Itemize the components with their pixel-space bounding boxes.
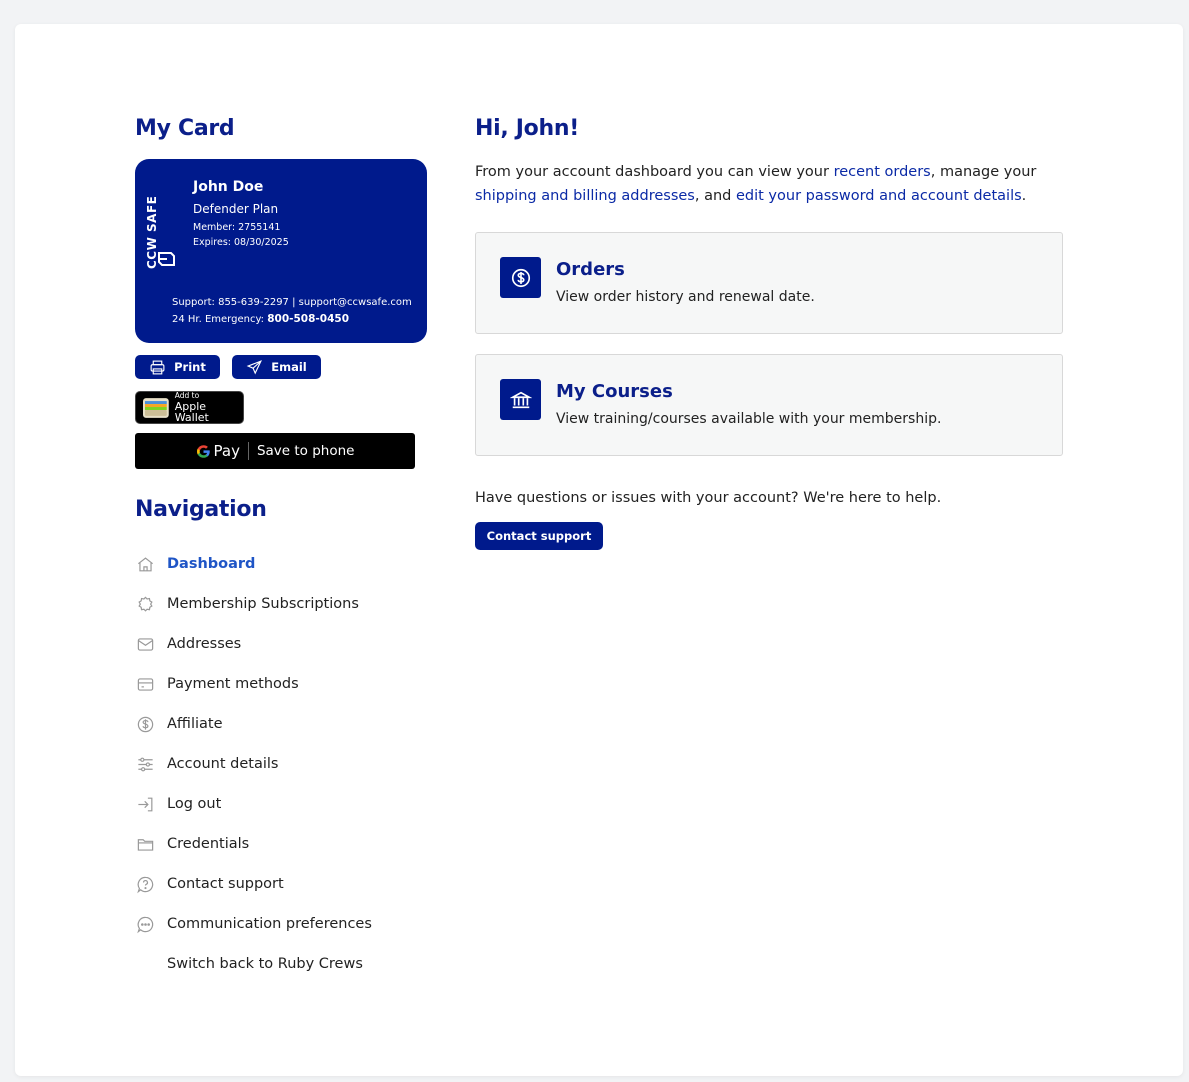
intro-text-3: , and <box>694 188 736 204</box>
orders-tile[interactable]: Orders View order history and renewal da… <box>475 232 1063 334</box>
print-button[interactable]: Print <box>135 355 220 379</box>
nav-label: Dashboard <box>167 556 256 572</box>
orders-tile-icon <box>500 257 541 298</box>
chat-bubble-icon <box>135 914 155 934</box>
nav-label: Account details <box>167 756 279 772</box>
login-arrow-icon <box>135 794 155 814</box>
dollar-circle-icon <box>135 714 155 734</box>
wallet-icon <box>143 397 169 418</box>
courses-tile-desc: View training/courses available with you… <box>556 411 942 427</box>
sliders-icon <box>135 754 155 774</box>
nav-label: Payment methods <box>167 676 299 692</box>
gpay-save-label: Save to phone <box>256 443 355 459</box>
account-panel: My Card CCW SAFE John Doe Defender Plan … <box>15 24 1183 1076</box>
intro-text: From your account dashboard you can view… <box>475 160 1065 208</box>
nav-item-affiliate[interactable]: Affiliate <box>135 704 435 744</box>
nav-item-payment-methods[interactable]: Payment methods <box>135 664 435 704</box>
print-label: Print <box>174 360 206 374</box>
card-logo-icon <box>158 252 175 266</box>
addresses-link[interactable]: shipping and billing addresses <box>475 188 695 204</box>
home-icon <box>135 554 155 574</box>
card-actions: Print Email <box>135 355 435 379</box>
main-column: Hi, John! From your account dashboard yo… <box>475 116 1065 550</box>
card-support-line: Support: 855-639-2297 | support@ccwsafe.… <box>172 297 412 308</box>
nav-label: Affiliate <box>167 716 223 732</box>
emergency-label: 24 Hr. Emergency: <box>172 314 265 325</box>
emergency-number: 800-508-0450 <box>267 313 349 325</box>
intro-text-4: . <box>1021 188 1027 204</box>
left-column: My Card CCW SAFE John Doe Defender Plan … <box>135 116 435 984</box>
courses-tile[interactable]: My Courses View training/courses availab… <box>475 354 1063 456</box>
account-details-link[interactable]: edit your password and account details <box>736 188 1022 204</box>
courses-tile-icon <box>500 379 541 420</box>
nav-item-membership-subscriptions[interactable]: Membership Subscriptions <box>135 584 435 624</box>
nav-item-switch-back[interactable]: Switch back to Ruby Crews <box>135 944 435 984</box>
google-g-icon <box>196 444 210 458</box>
badge-icon <box>135 594 155 614</box>
nav-item-dashboard[interactable]: Dashboard <box>135 544 435 584</box>
nav-item-contact-support[interactable]: Contact support <box>135 864 435 904</box>
contact-support-button[interactable]: Contact support <box>475 522 603 550</box>
navigation-list: Dashboard Membership Subscriptions Addre… <box>135 544 435 984</box>
credit-card-icon <box>135 674 155 694</box>
nav-item-addresses[interactable]: Addresses <box>135 624 435 664</box>
nav-label: Switch back to Ruby Crews <box>167 956 363 972</box>
nav-label: Communication preferences <box>167 916 372 932</box>
nav-label: Membership Subscriptions <box>167 596 359 612</box>
gpay-word: Pay <box>213 442 240 460</box>
recent-orders-link[interactable]: recent orders <box>834 164 931 180</box>
blank-icon <box>135 954 155 974</box>
my-card-title: My Card <box>135 116 235 141</box>
bank-icon <box>509 391 532 408</box>
wallet-small-label: Add to <box>174 390 200 400</box>
printer-icon <box>150 360 165 374</box>
envelope-icon <box>135 634 155 654</box>
navigation-title: Navigation <box>135 497 267 522</box>
wallet-big-label: Apple Wallet <box>174 400 209 425</box>
intro-text-1: From your account dashboard you can view… <box>475 164 834 180</box>
courses-tile-title: My Courses <box>556 381 673 402</box>
folder-icon <box>135 834 155 854</box>
orders-tile-title: Orders <box>556 259 625 280</box>
card-plan: Defender Plan <box>193 202 279 216</box>
nav-label: Addresses <box>167 636 242 652</box>
email-button[interactable]: Email <box>232 355 321 379</box>
google-pay-logo: Pay <box>196 442 240 460</box>
gpay-separator <box>247 442 249 460</box>
intro-text-2: , manage your <box>930 164 1037 180</box>
greeting-title: Hi, John! <box>475 116 579 141</box>
question-bubble-icon <box>135 874 155 894</box>
card-expiry: Expires: 08/30/2025 <box>193 237 289 248</box>
paper-plane-icon <box>246 359 263 375</box>
membership-card: CCW SAFE John Doe Defender Plan Member: … <box>135 159 427 343</box>
nav-item-communication-preferences[interactable]: Communication preferences <box>135 904 435 944</box>
nav-label: Credentials <box>167 836 250 852</box>
help-text: Have questions or issues with your accou… <box>475 490 942 506</box>
card-member-number: Member: 2755141 <box>193 222 281 233</box>
dollar-circle-icon <box>511 268 530 287</box>
card-emergency-line: 24 Hr. Emergency: 800-508-0450 <box>172 313 349 325</box>
google-pay-button[interactable]: Pay Save to phone <box>135 433 415 469</box>
nav-item-account-details[interactable]: Account details <box>135 744 435 784</box>
nav-item-credentials[interactable]: Credentials <box>135 824 435 864</box>
email-label: Email <box>271 360 307 374</box>
nav-label: Log out <box>167 796 222 812</box>
nav-item-log-out[interactable]: Log out <box>135 784 435 824</box>
apple-wallet-button[interactable]: Add to Apple Wallet <box>135 391 244 424</box>
orders-tile-desc: View order history and renewal date. <box>556 289 815 305</box>
nav-label: Contact support <box>167 876 284 892</box>
card-holder-name: John Doe <box>193 179 264 195</box>
